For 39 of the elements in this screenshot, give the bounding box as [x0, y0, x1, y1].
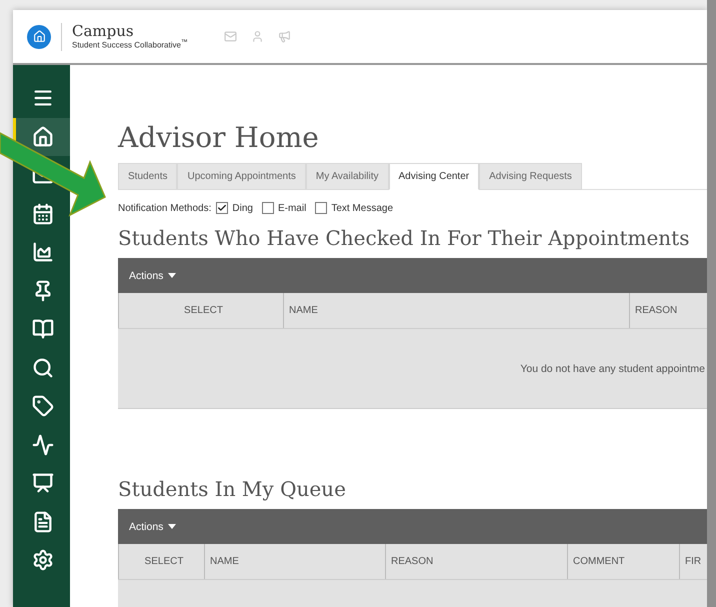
tab[interactable]: Advising Center	[388, 163, 480, 190]
caret-icon	[168, 273, 176, 278]
column-header[interactable]: REASON	[385, 544, 567, 579]
checkbox-label: E-mail	[278, 202, 306, 214]
document-icon	[32, 510, 54, 533]
notification-label: Notification Methods:	[118, 202, 212, 214]
column-header[interactable]: COMMENT	[567, 544, 679, 579]
section-heading: Students Who Have Checked In For Their Appointments	[118, 226, 690, 250]
checkbox-label: Ding	[232, 202, 253, 214]
pulse-icon	[32, 434, 54, 456]
actions-button[interactable]: Actions	[118, 509, 707, 544]
search-icon	[32, 356, 54, 379]
section-heading: Students In My Queue	[118, 477, 347, 501]
area-chart-icon	[32, 241, 54, 264]
checkbox[interactable]	[262, 202, 274, 214]
column-header[interactable]: NAME	[204, 544, 385, 579]
tab[interactable]: My Availability	[306, 163, 389, 190]
presentation-board-icon	[32, 472, 54, 494]
actions-button[interactable]: Actions	[118, 258, 707, 293]
brand-name: Campus	[72, 22, 135, 40]
column-header[interactable]: NAME	[283, 293, 629, 328]
column-header[interactable]: SELECT	[118, 293, 283, 328]
page-title: Advisor Home	[118, 121, 320, 154]
brand-subtitle: Student Success Collaborative$^{™}$	[72, 39, 188, 50]
logo-icon	[27, 24, 51, 48]
caret-icon	[168, 524, 176, 529]
book-icon	[32, 318, 54, 340]
checkbox-label: Text Message	[331, 202, 394, 214]
tag-icon	[32, 395, 54, 418]
tab[interactable]: Advising Requests	[479, 163, 582, 190]
settings-icon	[32, 549, 54, 572]
home-icon	[32, 126, 54, 148]
checkbox[interactable]	[216, 202, 228, 214]
calendar-icon	[32, 202, 54, 225]
tab[interactable]: Students	[118, 163, 178, 190]
tab[interactable]: Upcoming Appointments	[177, 163, 306, 190]
empty-message: You do not have any student appointme	[520, 362, 705, 374]
column-header[interactable]: SELECT	[118, 544, 204, 579]
checkbox[interactable]	[315, 202, 328, 214]
